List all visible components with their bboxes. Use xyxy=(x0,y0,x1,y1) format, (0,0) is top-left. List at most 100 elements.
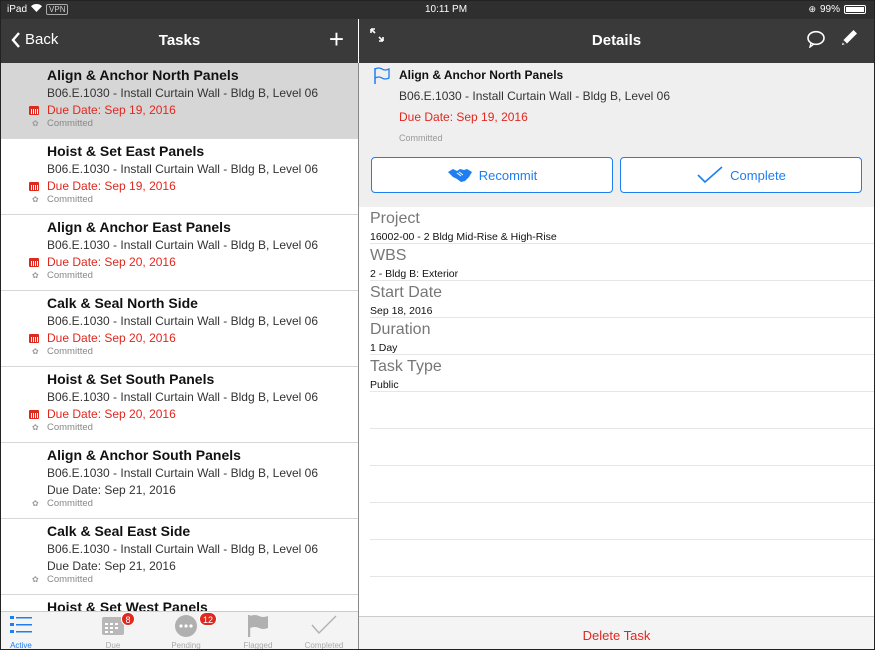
tab-flagged[interactable]: Flagged xyxy=(223,612,293,649)
task-title: Align & Anchor South Panels xyxy=(47,447,241,463)
task-status: Committed xyxy=(47,346,93,357)
field-value: Public xyxy=(370,379,399,391)
tab-due[interactable]: 8 Due xyxy=(78,612,148,650)
list-icon xyxy=(10,614,32,641)
handshake-icon: ✿ xyxy=(32,119,39,128)
add-task-button[interactable]: + xyxy=(329,26,344,52)
empty-row xyxy=(370,503,874,540)
tab-bar: Active 8 Due 12 Pending Flagged Completed xyxy=(1,611,359,650)
details-title: Details xyxy=(591,32,642,49)
tab-pending[interactable]: 12 Pending xyxy=(151,612,221,650)
tab-badge: 12 xyxy=(199,612,218,626)
task-subtitle: B06.E.1030 - Install Curtain Wall - Bldg… xyxy=(47,238,319,252)
task-subtitle: B06.E.1030 - Install Curtain Wall - Bldg… xyxy=(47,542,319,556)
details-navbar: Details xyxy=(359,19,874,63)
overdue-calendar-icon xyxy=(29,410,39,419)
field-label: Duration xyxy=(370,321,431,338)
detail-field-duration: Duration 1 Day xyxy=(370,318,874,355)
task-due-date: Due Date: Sep 20, 2016 xyxy=(47,331,176,345)
task-status: Committed xyxy=(47,422,93,433)
ellipsis-icon xyxy=(174,614,198,643)
detail-status: Committed xyxy=(399,133,443,143)
handshake-icon: ✿ xyxy=(32,271,39,280)
field-label: WBS xyxy=(370,247,407,264)
task-status: Committed xyxy=(47,118,93,129)
task-status: Committed xyxy=(47,270,93,281)
status-time: 10:11 PM xyxy=(425,4,468,15)
handshake-icon: ✿ xyxy=(32,499,39,508)
flag-icon xyxy=(247,614,269,643)
status-bar: iPad VPN 10:11 PM ⊕ 99% xyxy=(1,1,874,19)
tab-badge: 8 xyxy=(121,612,135,626)
overdue-calendar-icon xyxy=(29,182,39,191)
task-subtitle: B06.E.1030 - Install Curtain Wall - Bldg… xyxy=(47,390,319,404)
checkmark-icon xyxy=(697,166,723,184)
empty-row xyxy=(370,429,874,466)
detail-field-start-date: Start Date Sep 18, 2016 xyxy=(370,281,874,318)
detail-fields: Project 16002-00 - 2 Bldg Mid-Rise & High… xyxy=(359,207,874,577)
tab-label: Due xyxy=(105,641,121,650)
task-list-item[interactable]: Calk & Seal North Side B06.E.1030 - Insta… xyxy=(1,291,358,367)
task-list[interactable]: Align & Anchor North Panels B06.E.1030 - … xyxy=(1,63,358,611)
overdue-calendar-icon xyxy=(29,106,39,115)
overdue-calendar-icon xyxy=(29,258,39,267)
task-list-item[interactable]: Align & Anchor North Panels B06.E.1030 - … xyxy=(1,63,358,139)
complete-button[interactable]: Complete xyxy=(620,157,862,193)
complete-label: Complete xyxy=(730,167,786,183)
delete-bar: Delete Task xyxy=(359,616,874,649)
field-label: Task Type xyxy=(370,358,442,375)
vpn-badge: VPN xyxy=(46,4,69,15)
flag-outline-icon[interactable] xyxy=(373,67,391,90)
details-pane: Align & Anchor North Panels B06.E.1030 -… xyxy=(359,63,874,611)
wifi-icon xyxy=(31,4,43,15)
task-subtitle: B06.E.1030 - Install Curtain Wall - Bldg… xyxy=(47,86,319,100)
task-list-item[interactable]: Hoist & Set South Panels B06.E.1030 - Ins… xyxy=(1,367,358,443)
empty-row xyxy=(370,392,874,429)
recommit-button[interactable]: Recommit xyxy=(371,157,613,193)
task-due-date: Due Date: Sep 20, 2016 xyxy=(47,407,176,421)
handshake-icon: ✿ xyxy=(32,575,39,584)
detail-field-task-type: Task Type Public xyxy=(370,355,874,392)
task-subtitle: B06.E.1030 - Install Curtain Wall - Bldg… xyxy=(47,314,319,328)
task-status: Committed xyxy=(47,498,93,509)
field-label: Project xyxy=(370,210,420,227)
handshake-icon: ✿ xyxy=(32,347,39,356)
field-value: 16002-00 - 2 Bldg Mid-Rise & High-Rise xyxy=(370,231,557,243)
tab-label: Pending xyxy=(171,641,201,650)
tab-label: Active xyxy=(10,641,32,650)
detail-due-date: Due Date: Sep 19, 2016 xyxy=(399,110,528,124)
field-value: 2 - Bldg B: Exterior xyxy=(370,268,459,280)
task-subtitle: B06.E.1030 - Install Curtain Wall - Bldg… xyxy=(47,162,319,176)
task-title: Hoist & Set South Panels xyxy=(47,371,215,387)
tab-label: Completed xyxy=(304,641,344,650)
task-list-item[interactable]: Hoist & Set West Panels xyxy=(1,595,358,611)
tab-completed[interactable]: Completed xyxy=(289,612,359,650)
task-title: Align & Anchor East Panels xyxy=(47,219,231,235)
carrier-label: iPad xyxy=(7,4,28,15)
edit-pencil-icon[interactable] xyxy=(838,27,860,54)
recommit-label: Recommit xyxy=(478,167,538,183)
detail-task-subtitle: B06.E.1030 - Install Curtain Wall - Bldg… xyxy=(399,89,671,103)
detail-field-wbs: WBS 2 - Bldg B: Exterior xyxy=(370,244,874,281)
task-list-item[interactable]: Align & Anchor South Panels B06.E.1030 - … xyxy=(1,443,358,519)
task-title: Hoist & Set West Panels xyxy=(47,599,208,611)
delete-task-button[interactable]: Delete Task xyxy=(359,628,874,643)
task-due-date: Due Date: Sep 19, 2016 xyxy=(47,179,176,193)
task-title: Hoist & Set East Panels xyxy=(47,143,205,159)
task-due-date: Due Date: Sep 21, 2016 xyxy=(47,483,176,497)
task-title: Calk & Seal North Side xyxy=(47,295,198,311)
ipad-app: iPad VPN 10:11 PM ⊕ 99% Back Tasks + Det… xyxy=(0,0,875,650)
tab-active[interactable]: Active xyxy=(1,612,41,650)
tasks-navbar: Back Tasks + xyxy=(1,19,358,63)
task-title: Calk & Seal East Side xyxy=(47,523,191,539)
checkmark-icon xyxy=(310,614,338,641)
detail-field-project: Project 16002-00 - 2 Bldg Mid-Rise & High… xyxy=(370,207,874,244)
task-due-date: Due Date: Sep 19, 2016 xyxy=(47,103,176,117)
task-list-item[interactable]: Calk & Seal East Side B06.E.1030 - Instal… xyxy=(1,519,358,595)
empty-row xyxy=(370,540,874,577)
task-list-item[interactable]: Align & Anchor East Panels B06.E.1030 - I… xyxy=(1,215,358,291)
task-list-item[interactable]: Hoist & Set East Panels B06.E.1030 - Inst… xyxy=(1,139,358,215)
field-label: Start Date xyxy=(370,284,443,301)
task-subtitle: B06.E.1030 - Install Curtain Wall - Bldg… xyxy=(47,466,319,480)
comment-icon[interactable] xyxy=(806,30,826,53)
